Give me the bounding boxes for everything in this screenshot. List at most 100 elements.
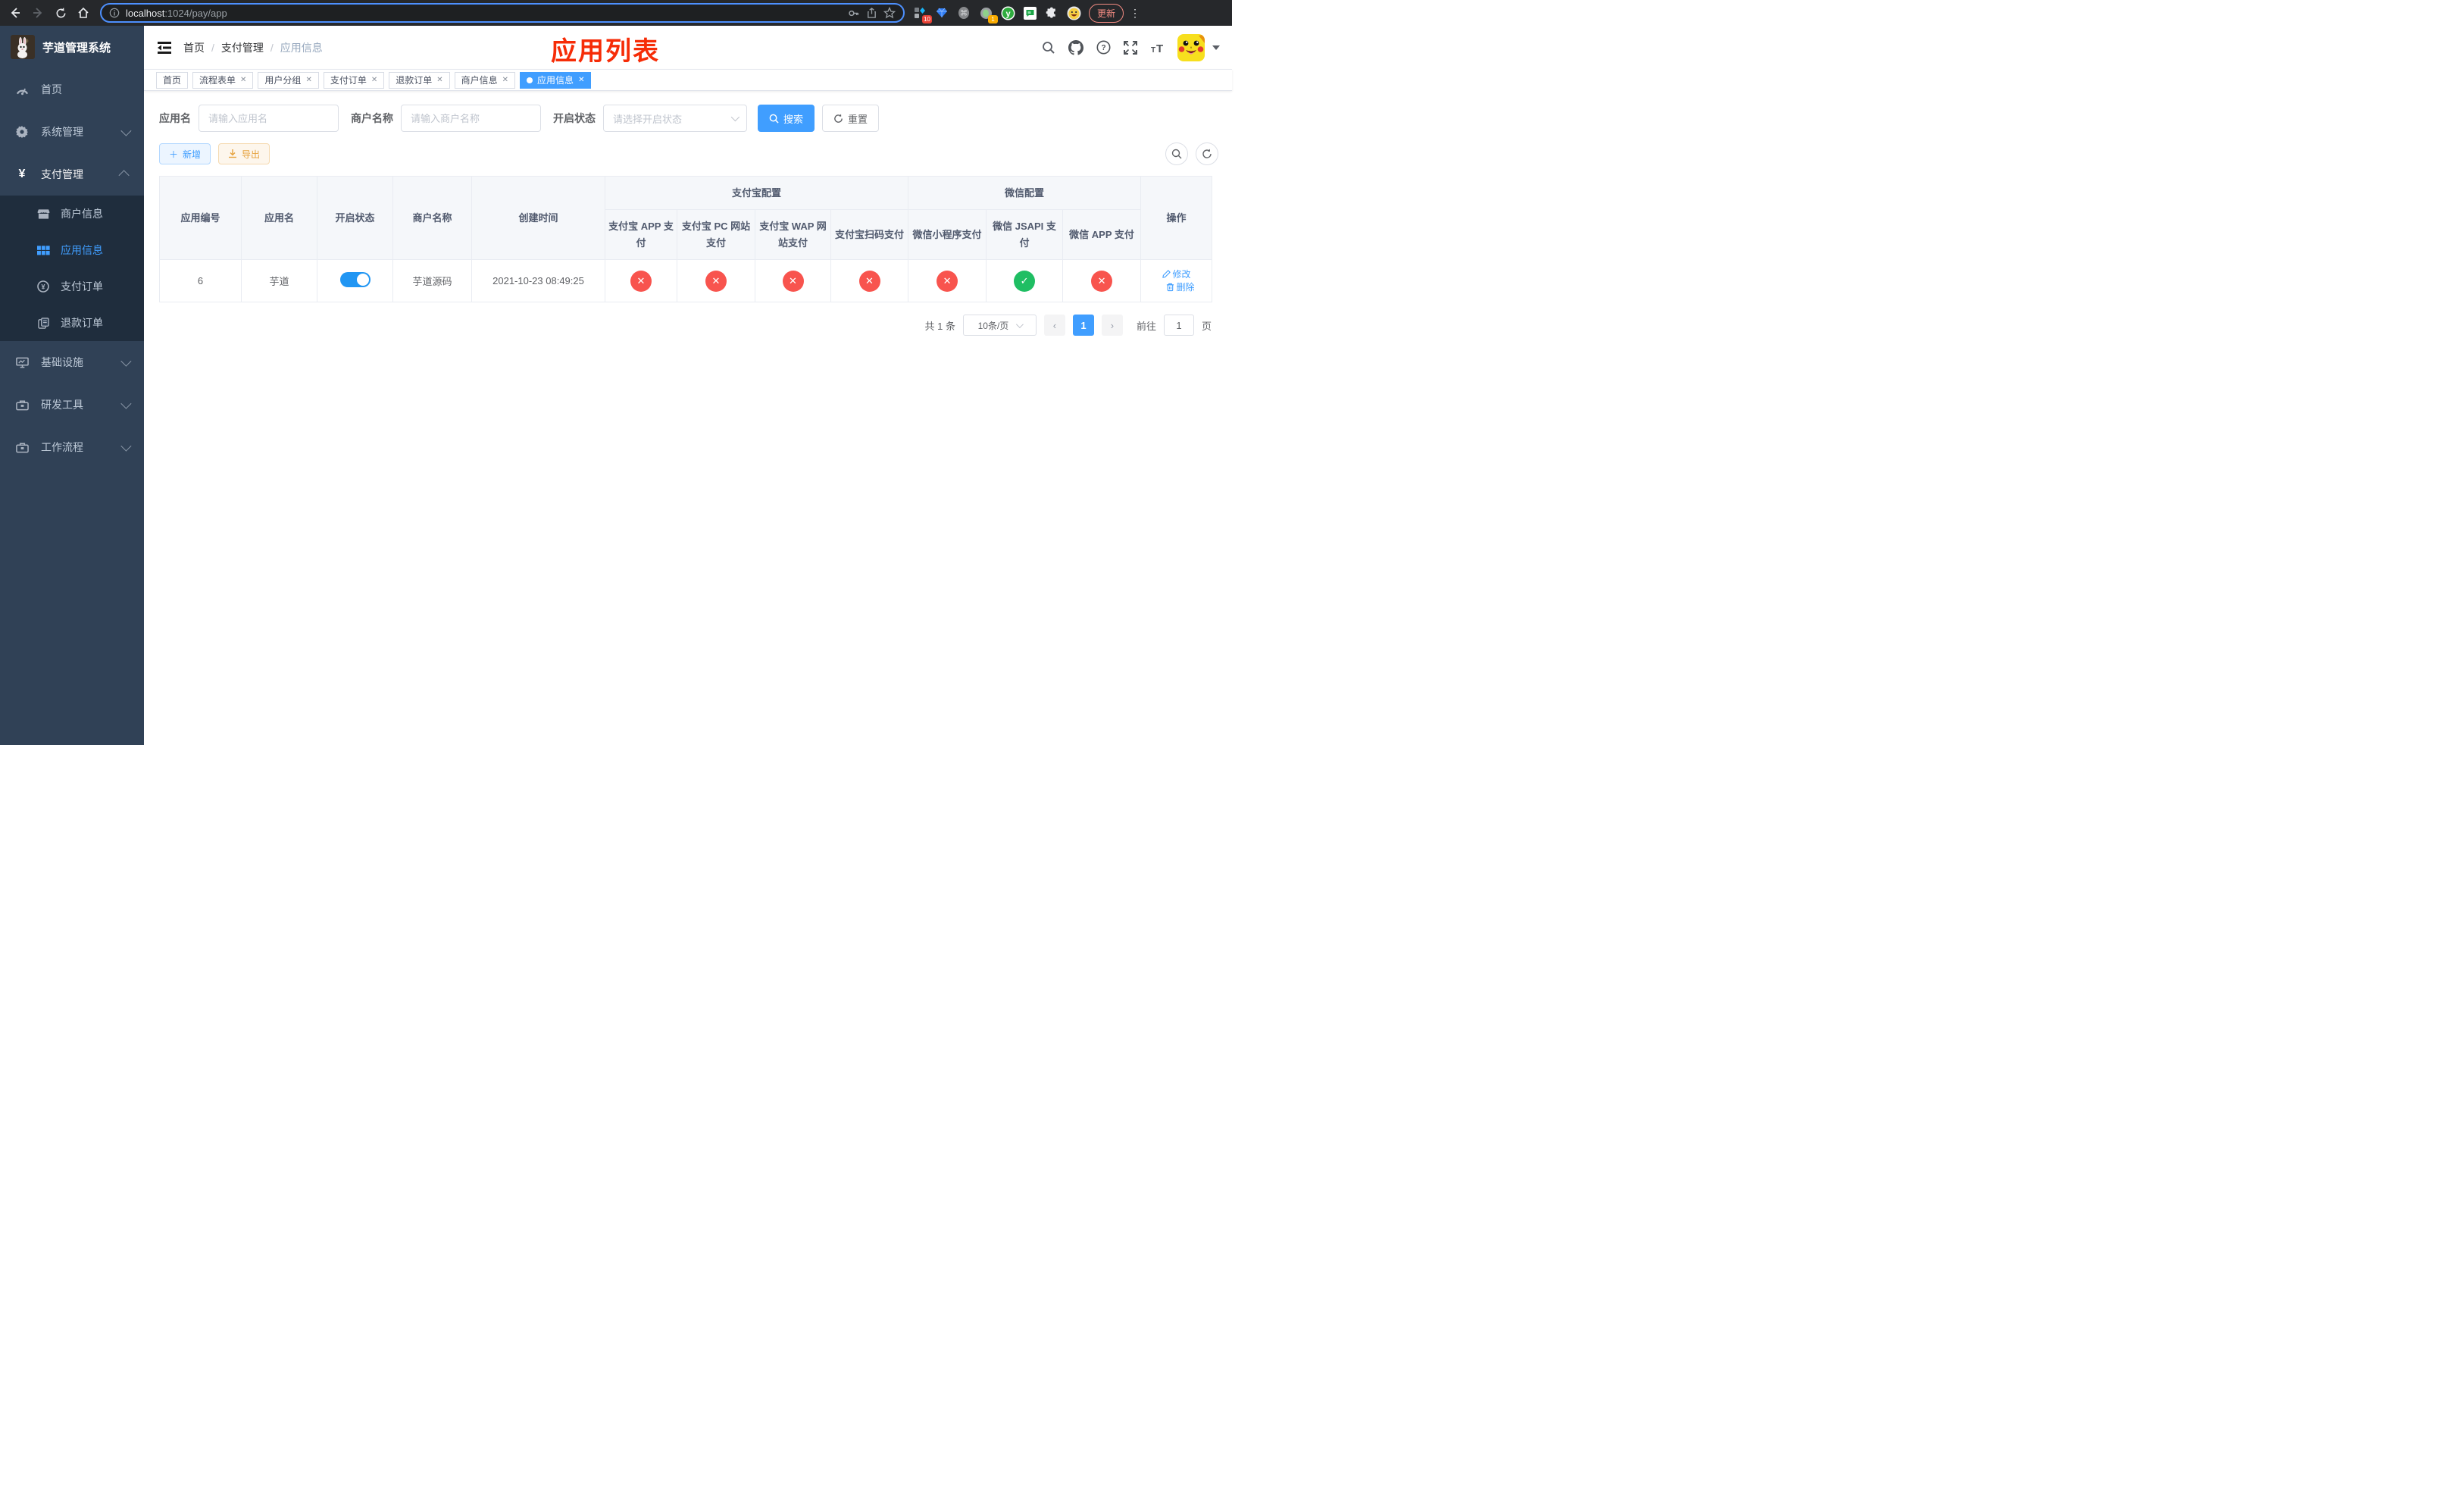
profile-avatar-icon[interactable] bbox=[1066, 5, 1081, 20]
apps-table: 应用编号 应用名 开启状态 商户名称 创建时间 支付宝配置 微信配置 操作 支付… bbox=[159, 176, 1213, 302]
status-cross-icon: ✕ bbox=[705, 270, 727, 292]
command-extension-icon[interactable]: ⌘ bbox=[956, 5, 971, 20]
notification-badge: 1 bbox=[988, 15, 998, 23]
status-select-placeholder: 请选择开启状态 bbox=[613, 113, 683, 125]
share-icon[interactable] bbox=[866, 7, 877, 19]
chevron-down-icon bbox=[120, 355, 132, 367]
url-text: localhost:1024/pay/app bbox=[126, 7, 227, 19]
status-select[interactable]: 请选择开启状态 bbox=[603, 105, 747, 132]
export-button[interactable]: 导出 bbox=[218, 143, 270, 164]
sidebar-item-dev-tools[interactable]: 研发工具 bbox=[0, 383, 144, 426]
sidebar-item-infrastructure[interactable]: 基础设施 bbox=[0, 341, 144, 383]
close-icon[interactable]: ✕ bbox=[502, 76, 508, 84]
edit-link[interactable]: 修改 bbox=[1162, 268, 1191, 280]
y-extension-icon[interactable]: y bbox=[1000, 5, 1015, 20]
app-name-input[interactable] bbox=[199, 105, 339, 132]
forward-icon[interactable] bbox=[29, 4, 47, 22]
tab-merchant-info[interactable]: 商户信息 ✕ bbox=[454, 71, 516, 89]
next-page-button[interactable]: › bbox=[1101, 315, 1123, 336]
tab-app-info[interactable]: 应用信息 ✕ bbox=[520, 71, 592, 89]
tab-process-form[interactable]: 流程表单 ✕ bbox=[192, 71, 254, 89]
col-status: 开启状态 bbox=[317, 176, 393, 260]
page-size-select[interactable]: 10条/页 bbox=[962, 315, 1037, 336]
avatar-dropdown-caret-icon[interactable] bbox=[1212, 45, 1220, 50]
close-icon[interactable]: ✕ bbox=[240, 76, 246, 84]
chat-extension-icon[interactable] bbox=[1022, 5, 1037, 20]
url-bar[interactable]: localhost:1024/pay/app bbox=[100, 3, 905, 23]
page-content: 应用名 商户名称 开启状态 请选择开启状态 搜索 重置 bbox=[144, 91, 1232, 745]
sidebar-menu: 首页 系统管理 ¥ 支付管理 商户信息 应用信息 ¥ 支付订单 退款订单 基础设… bbox=[0, 68, 144, 745]
user-avatar[interactable] bbox=[1177, 33, 1205, 61]
grid-icon bbox=[36, 245, 50, 255]
enabled-toggle[interactable] bbox=[339, 272, 371, 287]
reload-icon[interactable] bbox=[52, 4, 70, 22]
search-icon[interactable] bbox=[1041, 40, 1056, 55]
sidebar-item-workflow[interactable]: 工作流程 bbox=[0, 426, 144, 468]
close-icon[interactable]: ✕ bbox=[578, 76, 584, 84]
tab-home[interactable]: 首页 bbox=[156, 71, 189, 89]
page-1-button[interactable]: 1 bbox=[1072, 315, 1094, 336]
sidebar-item-merchant-info[interactable]: 商户信息 bbox=[0, 196, 144, 232]
cell-app-id: 6 bbox=[159, 259, 242, 302]
col-alipay-pc: 支付宝 PC 网站支付 bbox=[677, 209, 755, 260]
cell-app-name: 芋道 bbox=[241, 259, 317, 302]
toolbox-icon bbox=[15, 442, 29, 453]
merchant-name-label: 商户名称 bbox=[351, 112, 393, 124]
font-size-icon[interactable]: TT bbox=[1150, 40, 1165, 55]
delete-link[interactable]: 删除 bbox=[1166, 280, 1195, 293]
sidebar-item-system[interactable]: 系统管理 bbox=[0, 111, 144, 153]
fullscreen-icon[interactable] bbox=[1123, 40, 1138, 55]
sidebar-item-pay-orders[interactable]: ¥ 支付订单 bbox=[0, 268, 144, 305]
browser-menu-icon[interactable]: ⋮ bbox=[1128, 7, 1142, 20]
breadcrumb-payment[interactable]: 支付管理 bbox=[221, 40, 264, 55]
sidebar-item-app-info[interactable]: 应用信息 bbox=[0, 232, 144, 268]
col-actions: 操作 bbox=[1140, 176, 1213, 260]
goto-page-input[interactable] bbox=[1163, 315, 1194, 336]
home-icon[interactable] bbox=[74, 4, 92, 22]
close-icon[interactable]: ✕ bbox=[305, 76, 311, 84]
sidebar-item-home[interactable]: 首页 bbox=[0, 68, 144, 111]
page-title-annotation: 应用列表 bbox=[551, 37, 660, 66]
help-icon[interactable]: ? bbox=[1096, 40, 1111, 55]
dashboard-icon bbox=[15, 84, 29, 95]
plus-icon: ＋ bbox=[169, 149, 179, 160]
bookmark-star-icon[interactable] bbox=[883, 7, 896, 19]
yen-icon: ¥ bbox=[18, 167, 26, 180]
reset-button[interactable]: 重置 bbox=[822, 105, 880, 132]
svg-text:y: y bbox=[1005, 9, 1011, 18]
svg-text:T: T bbox=[1151, 46, 1155, 54]
prev-page-button[interactable]: ‹ bbox=[1043, 315, 1065, 336]
cell-merchant: 芋道源码 bbox=[392, 259, 472, 302]
page-unit-label: 页 bbox=[1201, 320, 1212, 332]
browser-update-button[interactable]: 更新 bbox=[1089, 3, 1124, 23]
tab-refund-orders[interactable]: 退款订单 ✕ bbox=[389, 71, 450, 89]
extensions-puzzle-icon[interactable] bbox=[1044, 5, 1059, 20]
navbar-actions: ? TT bbox=[1041, 33, 1220, 61]
site-info-icon[interactable] bbox=[109, 8, 120, 18]
close-icon[interactable]: ✕ bbox=[436, 76, 442, 84]
breadcrumb-home[interactable]: 首页 bbox=[183, 40, 205, 55]
chevron-down-icon bbox=[120, 398, 132, 409]
col-wechat-lite: 微信小程序支付 bbox=[908, 209, 987, 260]
tab-pay-orders[interactable]: 支付订单 ✕ bbox=[323, 71, 385, 89]
app-logo-row[interactable]: 芋道管理系统 bbox=[0, 26, 144, 68]
password-key-icon[interactable] bbox=[847, 7, 860, 20]
sidebar-item-payment[interactable]: ¥ 支付管理 bbox=[0, 153, 144, 196]
toggle-search-button[interactable] bbox=[1165, 142, 1188, 165]
sidebar-item-refund-orders[interactable]: 退款订单 bbox=[0, 305, 144, 341]
close-icon[interactable]: ✕ bbox=[371, 76, 377, 84]
add-button[interactable]: ＋新增 bbox=[159, 143, 211, 164]
refresh-button[interactable] bbox=[1196, 142, 1218, 165]
sidebar-item-label: 支付订单 bbox=[61, 280, 103, 293]
tab-manager-extension-icon[interactable]: 10 bbox=[912, 5, 932, 23]
search-button[interactable]: 搜索 bbox=[758, 105, 815, 132]
recorder-extension-icon[interactable]: 1 bbox=[978, 5, 998, 23]
active-dot-icon bbox=[527, 77, 533, 83]
sidebar-fold-icon[interactable] bbox=[156, 39, 173, 56]
github-icon[interactable] bbox=[1068, 39, 1083, 55]
shop-icon bbox=[36, 208, 50, 220]
back-icon[interactable] bbox=[6, 4, 24, 22]
tab-user-group[interactable]: 用户分组 ✕ bbox=[258, 71, 319, 89]
merchant-name-input[interactable] bbox=[401, 105, 541, 132]
gem-extension-icon[interactable] bbox=[934, 5, 949, 20]
